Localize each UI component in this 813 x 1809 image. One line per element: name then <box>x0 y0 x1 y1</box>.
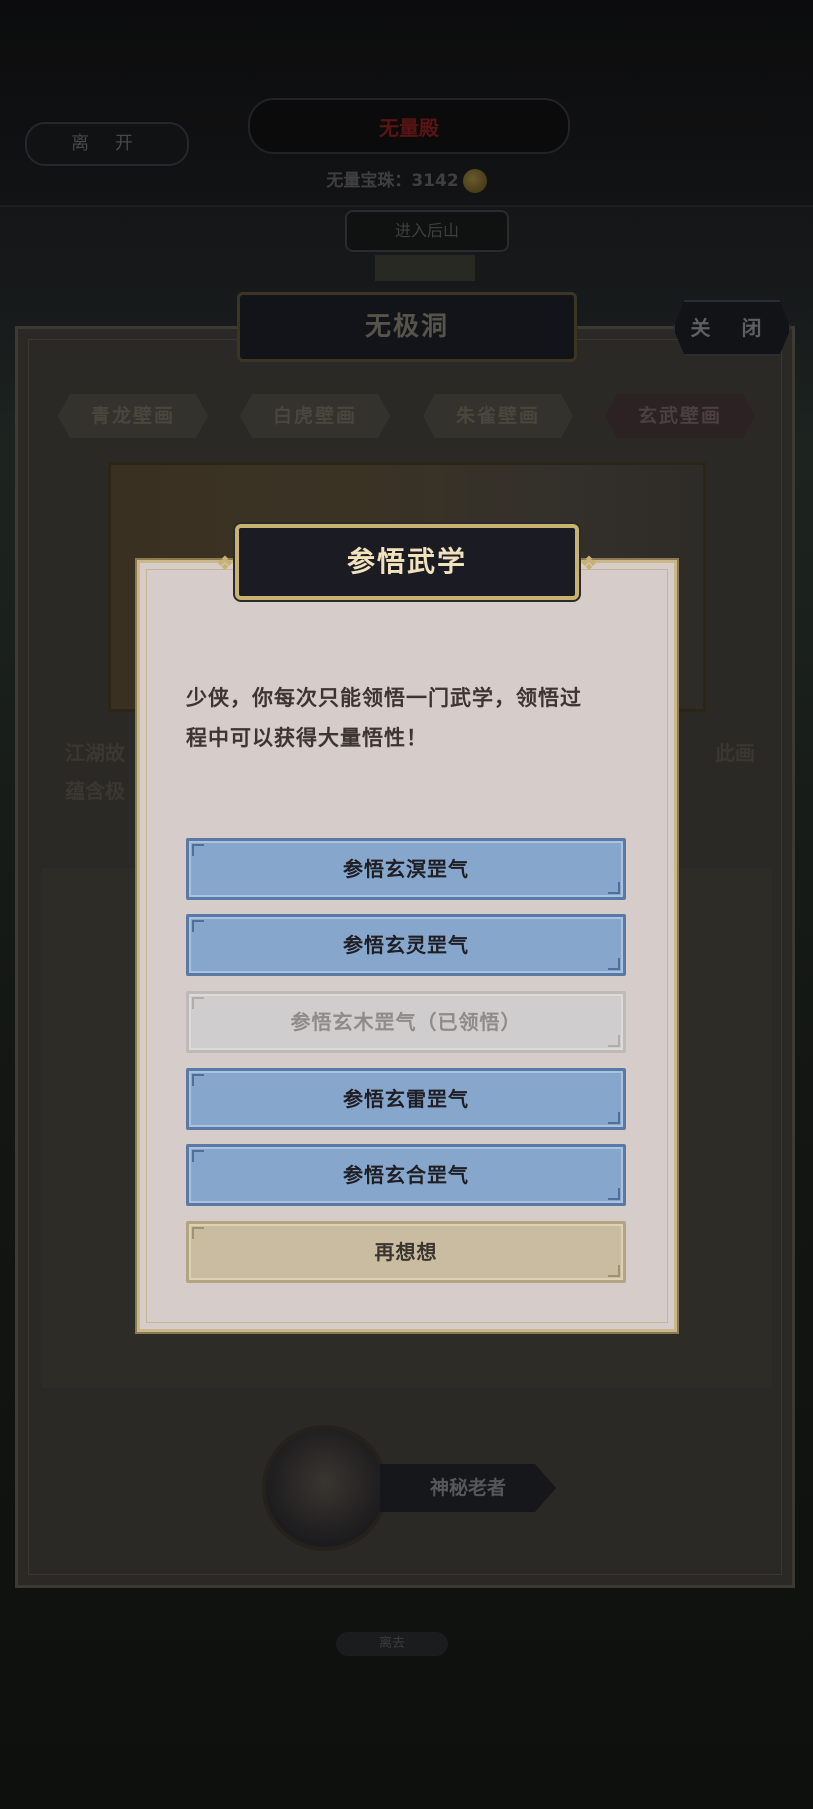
tab-zhuque-mural[interactable]: 朱雀壁画 <box>423 394 573 438</box>
story-line2-start: 蕴含极 <box>65 779 125 803</box>
tab-qinglong-mural[interactable]: 青龙壁画 <box>58 394 208 438</box>
top-bar: 离 开 无量殿 无量宝珠：3142 <box>0 0 813 207</box>
dialog-title: 参悟武学 <box>235 524 579 600</box>
option-label: 参悟玄灵罡气 <box>343 933 469 957</box>
message-line-2: 程中可以获得大量悟性！ <box>186 726 428 750</box>
story-line1-start: 江湖故 <box>65 741 125 765</box>
corner-decoration <box>608 1035 620 1047</box>
background-decoration <box>375 255 475 281</box>
pearls-counter: 无量宝珠：3142 <box>0 166 813 193</box>
corner-decoration <box>192 1074 204 1086</box>
npc-name-tag[interactable]: 神秘老者 <box>380 1464 556 1512</box>
corner-decoration <box>608 1188 620 1200</box>
story-line1-end: 此画 <box>715 741 755 765</box>
pearls-label: 无量宝珠： <box>326 171 412 191</box>
option-xuanmu-button-disabled: 参悟玄木罡气（已领悟） <box>186 991 626 1053</box>
option-label: 参悟玄合罡气 <box>343 1163 469 1187</box>
scene-title-box: 无量殿 <box>248 98 570 154</box>
cancel-label: 再想想 <box>374 1240 438 1264</box>
tab-baihu-mural[interactable]: 白虎壁画 <box>240 394 390 438</box>
corner-decoration <box>608 1112 620 1124</box>
pearl-coin-icon <box>462 169 487 193</box>
tab-xuanwu-mural[interactable]: 玄武壁画 <box>605 394 755 438</box>
option-label: 参悟玄雷罡气 <box>343 1087 469 1111</box>
panel-title: 无极洞 <box>237 292 577 362</box>
corner-decoration <box>608 1265 620 1277</box>
option-xuanlei-button[interactable]: 参悟玄雷罡气 <box>186 1068 626 1130</box>
corner-decoration <box>192 844 204 856</box>
corner-decoration <box>192 1227 204 1239</box>
option-label: 参悟玄木罡气（已领悟） <box>290 1010 522 1034</box>
title-ornament-left-icon: ❖ <box>216 551 234 575</box>
bottom-leave-pill[interactable]: 离去 <box>336 1632 448 1656</box>
game-screen: 离 开 无量殿 无量宝珠：3142 进入后山 无极洞 关 闭 青龙壁画 白虎壁画… <box>0 0 813 1809</box>
corner-decoration <box>192 920 204 932</box>
corner-decoration <box>192 997 204 1009</box>
pearls-count: 3142 <box>411 171 459 191</box>
enter-mountain-button[interactable]: 进入后山 <box>345 210 509 252</box>
leave-button[interactable]: 离 开 <box>25 122 189 166</box>
npc-avatar[interactable] <box>262 1425 388 1551</box>
corner-decoration <box>608 882 620 894</box>
option-label: 参悟玄溟罡气 <box>343 857 469 881</box>
message-line-1: 少侠，你每次只能领悟一门武学，领悟过 <box>186 686 582 710</box>
corner-decoration <box>192 1150 204 1162</box>
scene-title: 无量殿 <box>379 116 439 140</box>
title-ornament-right-icon: ❖ <box>580 551 598 575</box>
cancel-button[interactable]: 再想想 <box>186 1221 626 1283</box>
corner-decoration <box>608 958 620 970</box>
dialog-message: 少侠，你每次只能领悟一门武学，领悟过 程中可以获得大量悟性！ <box>186 678 626 758</box>
option-xuanming-button[interactable]: 参悟玄溟罡气 <box>186 838 626 900</box>
option-xuanhe-button[interactable]: 参悟玄合罡气 <box>186 1144 626 1206</box>
close-button[interactable]: 关 闭 <box>673 300 791 356</box>
option-xuanling-button[interactable]: 参悟玄灵罡气 <box>186 914 626 976</box>
